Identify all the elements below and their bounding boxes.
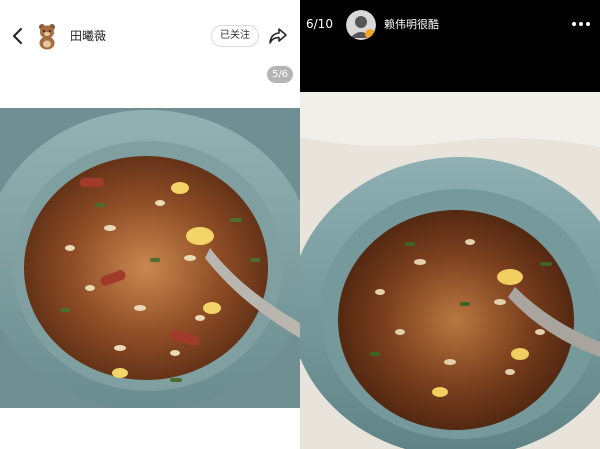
bear-avatar-icon [39, 24, 55, 50]
user-avatar-icon [346, 10, 376, 40]
post-photo-fried-rice[interactable] [0, 108, 300, 408]
back-button[interactable] [8, 24, 28, 48]
left-post-header: 田曦薇 已关注 [0, 0, 300, 62]
left-post-panel: 田曦薇 已关注 5/6 [0, 0, 300, 449]
post-photo-fried-rice[interactable] [300, 92, 600, 449]
chevron-left-icon [13, 28, 22, 44]
author-avatar[interactable] [346, 10, 376, 40]
image-counter-badge: 5/6 [267, 66, 293, 83]
author-name[interactable]: 田曦薇 [70, 28, 106, 44]
more-button[interactable] [570, 16, 592, 30]
share-button[interactable] [268, 27, 288, 45]
follow-button[interactable]: 已关注 [211, 25, 259, 47]
author-name[interactable]: 赖伟明很酷 [384, 17, 439, 32]
image-counter: 6/10 [306, 17, 333, 31]
author-avatar[interactable] [36, 22, 58, 50]
more-dots-icon [572, 22, 590, 26]
verified-badge-icon [365, 29, 375, 39]
share-arrow-icon [269, 28, 287, 44]
right-post-panel: 6/10 赖伟明很酷 [300, 0, 600, 449]
